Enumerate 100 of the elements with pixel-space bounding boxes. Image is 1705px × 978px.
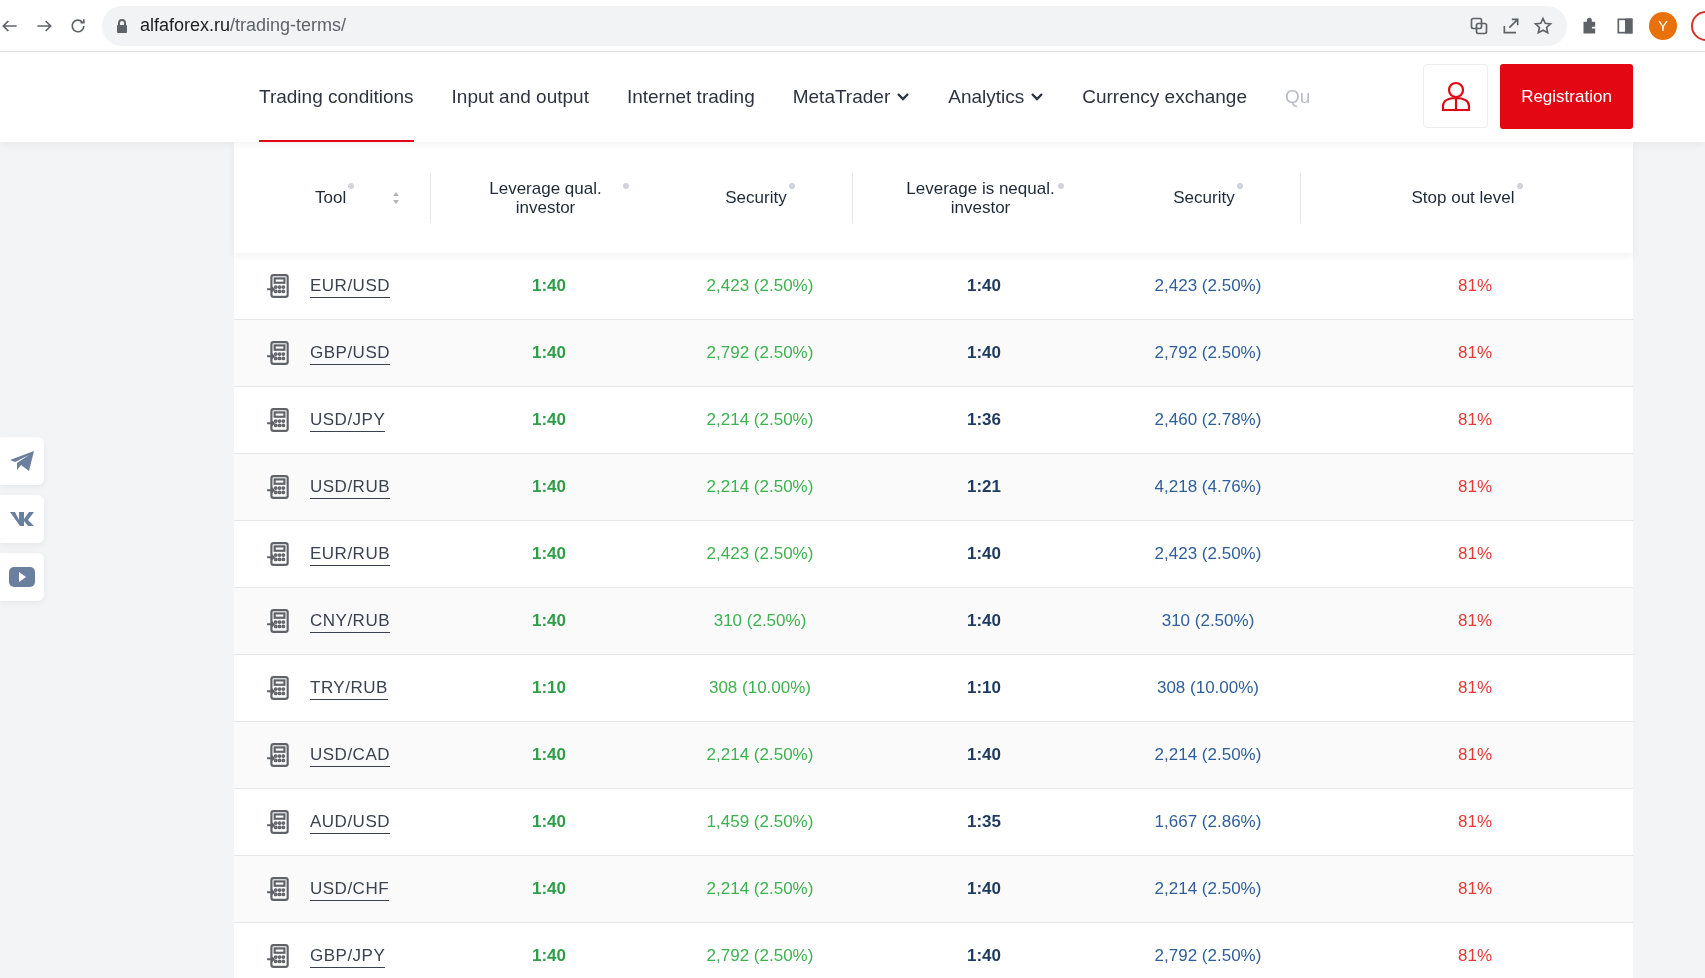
table-cell: 1:40: [967, 544, 1001, 563]
calculator-icon[interactable]: [266, 474, 292, 500]
table-cell: 81%: [1458, 879, 1493, 898]
table-cell: 308 (10.00%): [708, 678, 812, 697]
table-cell: 1:40: [532, 946, 566, 965]
instrument-link[interactable]: USD/CHF: [310, 877, 390, 901]
table-cell: 1,667 (2.86%): [1154, 812, 1262, 831]
registration-button[interactable]: Registration: [1500, 64, 1633, 129]
table-cell: 310 (2.50%): [1161, 611, 1255, 630]
table-cell: 1:40: [967, 276, 1001, 295]
calculator-icon[interactable]: [266, 675, 292, 701]
instrument-link[interactable]: EUR/USD: [310, 274, 390, 298]
table-cell: 1:40: [532, 879, 566, 898]
table-cell: 81%: [1458, 946, 1493, 965]
table-cell: 1:40: [532, 611, 566, 630]
table-cell: 81%: [1458, 544, 1493, 563]
paper-plane-icon: [9, 450, 35, 472]
nav-tab[interactable]: Input and output: [451, 52, 589, 142]
info-dot-icon[interactable]: [1236, 182, 1243, 189]
info-dot-icon[interactable]: [1057, 182, 1064, 189]
table-cell: 81%: [1458, 745, 1493, 764]
nav-tab[interactable]: MetaTrader: [792, 52, 911, 142]
table-cell: 1:40: [532, 477, 566, 496]
table-cell: 1:10: [532, 678, 566, 697]
table-cell: 2,214 (2.50%): [706, 879, 814, 898]
table-cell: 1:40: [532, 812, 566, 831]
calculator-icon[interactable]: [266, 742, 292, 768]
table-cell: 1:21: [967, 477, 1001, 496]
table-cell: 81%: [1458, 477, 1493, 496]
vk-icon: [9, 511, 35, 527]
lock-icon: [116, 18, 128, 33]
column-header: Security: [1173, 188, 1235, 207]
telegram-button[interactable]: [0, 437, 44, 485]
nav-tab[interactable]: Currency exchange: [1082, 52, 1247, 142]
table-cell: 1:35: [967, 812, 1001, 831]
table-cell: 1:10: [967, 678, 1001, 697]
instrument-link[interactable]: CNY/RUB: [310, 609, 390, 633]
table-cell: 2,423 (2.50%): [1154, 276, 1262, 295]
table-cell: 81%: [1458, 343, 1493, 362]
table-cell: 1:40: [532, 745, 566, 764]
calculator-icon[interactable]: [266, 541, 292, 567]
column-header: Stop out level: [1411, 188, 1515, 207]
column-header: Leverage is nequal. investor: [905, 178, 1056, 217]
star-icon[interactable]: [1533, 15, 1553, 36]
table-cell: 1:40: [967, 611, 1001, 630]
column-header: Leverage qual. investor: [488, 178, 603, 217]
table-cell: 2,792 (2.50%): [1154, 343, 1262, 362]
table-cell: 2,214 (2.50%): [706, 477, 814, 496]
calculator-icon[interactable]: [266, 273, 292, 299]
table-cell: 310 (2.50%): [713, 611, 807, 630]
play-video-icon: [9, 567, 35, 587]
table-cell: 4,218 (4.76%): [1154, 477, 1262, 496]
table-cell: 2,792 (2.50%): [706, 343, 814, 362]
instrument-link[interactable]: TRY/RUB: [310, 676, 388, 700]
instrument-link[interactable]: USD/CAD: [310, 743, 390, 767]
column-header: Security: [725, 188, 787, 207]
nav-tab[interactable]: Analytics: [948, 52, 1045, 142]
table-cell: 2,792 (2.50%): [706, 946, 814, 965]
instrument-link[interactable]: USD/RUB: [310, 475, 390, 499]
calculator-icon[interactable]: [266, 943, 292, 969]
vk-button[interactable]: [0, 495, 44, 543]
youtube-button[interactable]: [0, 553, 44, 601]
instrument-link[interactable]: EUR/RUB: [310, 542, 390, 566]
table-cell: 1:40: [532, 544, 566, 563]
info-dot-icon[interactable]: [348, 182, 355, 189]
calculator-icon[interactable]: [266, 608, 292, 634]
info-dot-icon[interactable]: [622, 182, 629, 189]
chevron-down-icon: [1030, 92, 1045, 102]
table-cell: 2,214 (2.50%): [1154, 745, 1262, 764]
table-cell: 1:40: [967, 343, 1001, 362]
table-cell: 2,214 (2.50%): [706, 745, 814, 764]
account-button[interactable]: [1423, 64, 1488, 128]
table-cell: 1:40: [967, 946, 1001, 965]
calculator-icon[interactable]: [266, 876, 292, 902]
table-cell: 1:40: [532, 410, 566, 429]
nav-tab[interactable]: Internet trading: [626, 52, 755, 142]
table-cell: 81%: [1458, 611, 1493, 630]
table-cell: 1:36: [967, 410, 1001, 429]
table-cell: 1,459 (2.50%): [706, 812, 814, 831]
instrument-link[interactable]: GBP/JPY: [310, 944, 386, 968]
instrument-link[interactable]: USD/JPY: [310, 408, 386, 432]
calculator-icon[interactable]: [266, 809, 292, 835]
table-cell: 1:40: [532, 276, 566, 295]
table-cell: 2,214 (2.50%): [706, 410, 814, 429]
instrument-link[interactable]: GBP/USD: [310, 341, 391, 365]
table-cell: 1:40: [967, 879, 1001, 898]
calculator-icon[interactable]: [266, 407, 292, 433]
table-cell: 2,423 (2.50%): [706, 544, 814, 563]
info-dot-icon[interactable]: [1516, 182, 1523, 189]
instrument-link[interactable]: AUD/USD: [310, 810, 390, 834]
address-bar[interactable]: alfaforex.ru/trading-terms/: [102, 5, 1567, 46]
table-cell: 2,460 (2.78%): [1154, 410, 1262, 429]
info-dot-icon[interactable]: [788, 182, 795, 189]
chevron-down-icon: [896, 92, 911, 102]
table-cell: 1:40: [532, 343, 566, 362]
table-cell: 2,792 (2.50%): [1154, 946, 1262, 965]
table-cell: 2,214 (2.50%): [1154, 879, 1262, 898]
table-cell: 81%: [1458, 276, 1493, 295]
calculator-icon[interactable]: [266, 340, 292, 366]
table-cell: 2,423 (2.50%): [706, 276, 814, 295]
